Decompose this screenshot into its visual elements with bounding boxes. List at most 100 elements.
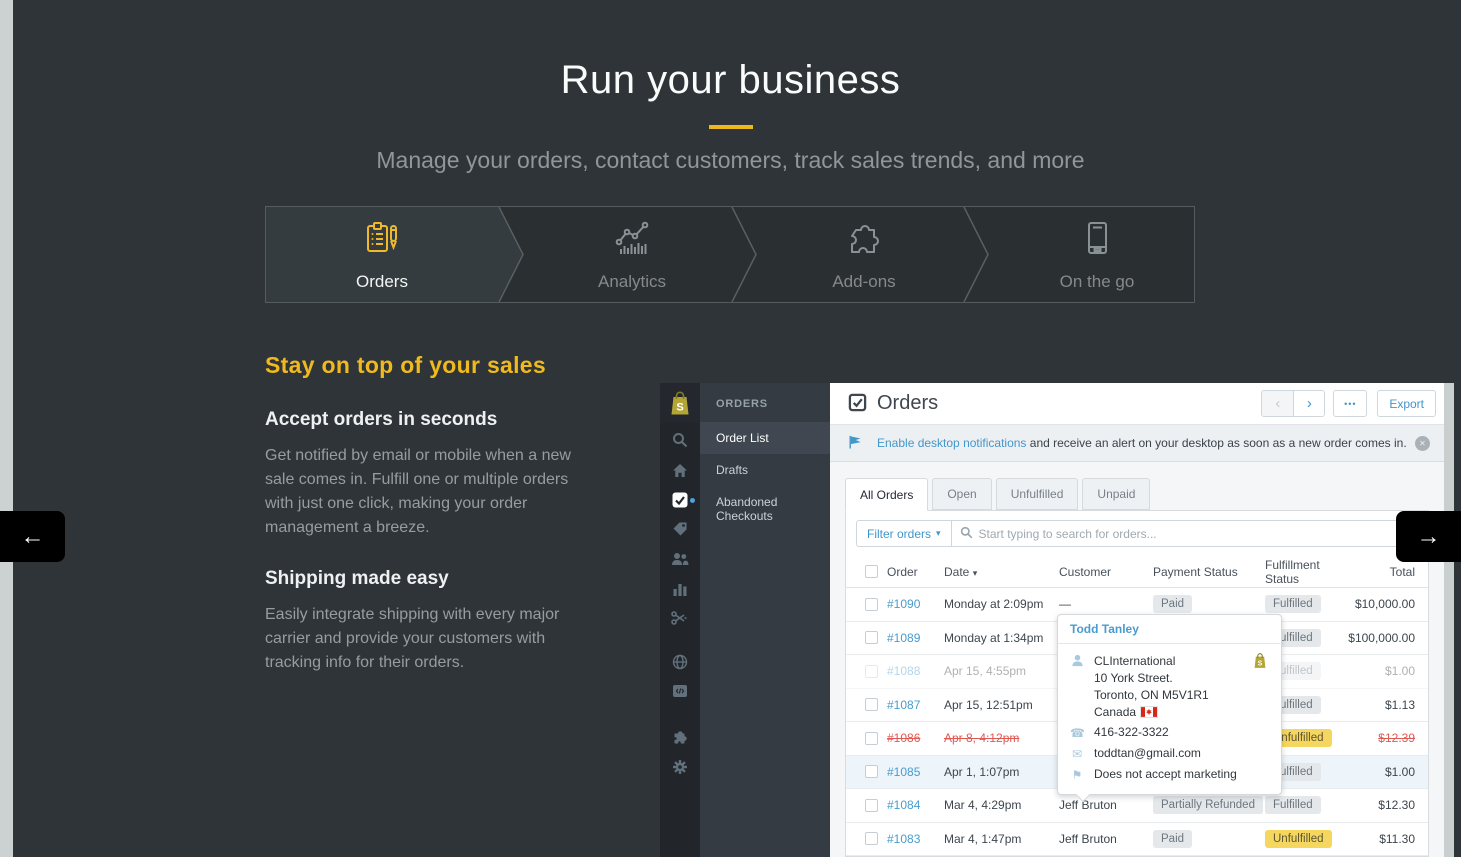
order-total: $1.00: [1323, 765, 1415, 779]
search-icon[interactable]: [660, 428, 700, 452]
orders-table-header: Order Date ▾ Customer Payment Status Ful…: [846, 556, 1428, 588]
shopify-logo[interactable]: S: [660, 383, 700, 423]
order-number-link[interactable]: #1087: [887, 698, 944, 712]
order-total: $1.00: [1323, 664, 1415, 678]
nav-item-order-list[interactable]: Order List: [700, 422, 830, 454]
tab-on-the-go-label: On the go: [1060, 272, 1135, 292]
online-store-globe-icon[interactable]: [660, 650, 700, 674]
nav-item-drafts[interactable]: Drafts: [700, 454, 830, 486]
order-customer[interactable]: Jeff Bruton: [1059, 798, 1153, 812]
order-customer[interactable]: —: [1059, 597, 1153, 611]
right-arrow-icon: →: [1417, 523, 1441, 551]
row-checkbox[interactable]: [865, 598, 878, 611]
order-number-link[interactable]: #1090: [887, 597, 944, 611]
feature-copy: Stay on top of your sales Accept orders …: [265, 352, 637, 675]
chevron-down-icon: ▾: [936, 528, 941, 539]
tab-add-ons[interactable]: Add-ons: [748, 207, 980, 302]
order-search-box: [952, 520, 1418, 547]
tab-analytics[interactable]: Analytics: [516, 207, 748, 302]
order-number-link[interactable]: #1083: [887, 832, 944, 846]
hero-divider: [709, 125, 753, 129]
column-order[interactable]: Order: [887, 565, 944, 579]
row-checkbox[interactable]: [865, 698, 878, 711]
row-checkbox[interactable]: [865, 799, 878, 812]
order-date: Mar 4, 4:29pm: [944, 798, 1059, 812]
order-number-link[interactable]: #1086: [887, 731, 944, 745]
settings-gear-icon[interactable]: [660, 755, 700, 779]
page-subtitle: Manage your orders, contact customers, t…: [0, 147, 1461, 174]
customers-icon[interactable]: [660, 547, 700, 571]
customer-address-row: CLInternational 10 York Street. Toronto,…: [1070, 653, 1269, 721]
filter-orders-button[interactable]: Filter orders ▾: [856, 520, 952, 547]
order-total: $12.39: [1323, 731, 1415, 745]
more-actions-button[interactable]: •••: [1333, 390, 1367, 417]
tab-orders-label: Orders: [356, 272, 408, 292]
export-button[interactable]: Export: [1377, 390, 1436, 417]
orders-nav-header: ORDERS: [700, 383, 830, 422]
left-arrow-icon: ←: [21, 523, 45, 551]
person-icon: [1070, 653, 1084, 721]
order-number-link[interactable]: #1085: [887, 765, 944, 779]
order-customer[interactable]: Jeff Bruton: [1059, 832, 1153, 846]
reports-chart-icon[interactable]: [660, 577, 700, 601]
column-date[interactable]: Date ▾: [944, 565, 1059, 579]
tab-unpaid[interactable]: Unpaid: [1082, 478, 1150, 510]
order-date: Monday at 2:09pm: [944, 597, 1059, 611]
email-icon: ✉: [1070, 745, 1084, 763]
tab-on-the-go[interactable]: On the go: [981, 207, 1213, 302]
section-title: Accept orders in seconds: [265, 409, 637, 431]
tab-orders[interactable]: Orders: [266, 207, 498, 302]
column-payment-status[interactable]: Payment Status: [1153, 565, 1265, 579]
products-tag-icon[interactable]: [660, 517, 700, 541]
column-total[interactable]: Total: [1323, 565, 1415, 579]
next-page-button[interactable]: ›: [1293, 391, 1324, 416]
row-checkbox[interactable]: [865, 732, 878, 745]
enable-notifications-link[interactable]: Enable desktop notifications: [877, 436, 1026, 450]
feature-tabstrip: Orders Analytics: [265, 206, 1195, 303]
home-icon[interactable]: [660, 458, 700, 482]
customer-address1: 10 York Street.: [1094, 671, 1173, 685]
customer-email: toddtan@gmail.com: [1094, 745, 1201, 763]
order-row[interactable]: #1083 Mar 4, 1:47pm Jeff Bruton Paid Unf…: [846, 823, 1428, 857]
orders-icon[interactable]: [660, 488, 700, 512]
order-date: Apr 15, 4:55pm: [944, 664, 1059, 678]
carousel-next-button[interactable]: →: [1396, 511, 1461, 562]
tab-all-orders[interactable]: All Orders: [845, 478, 928, 511]
carousel-prev-button[interactable]: ←: [0, 511, 65, 562]
page-title: Run your business: [0, 58, 1461, 103]
column-customer[interactable]: Customer: [1059, 565, 1153, 579]
analytics-chart-icon: [610, 218, 654, 263]
order-date: Apr 1, 1:07pm: [944, 765, 1059, 779]
customer-country: Canada: [1094, 705, 1136, 719]
column-fulfillment-status[interactable]: Fulfillment Status: [1265, 558, 1323, 586]
prev-page-button[interactable]: ‹: [1262, 391, 1293, 416]
customer-name-link[interactable]: Todd Tanley: [1058, 615, 1281, 644]
order-date: Monday at 1:34pm: [944, 631, 1059, 645]
search-input[interactable]: [979, 527, 1409, 541]
discounts-scissors-icon[interactable]: [660, 606, 700, 630]
order-number-link[interactable]: #1089: [887, 631, 944, 645]
order-number-link[interactable]: #1084: [887, 798, 944, 812]
select-all-checkbox[interactable]: [865, 565, 878, 578]
code-editor-icon[interactable]: [660, 679, 700, 703]
nav-item-abandoned-checkouts[interactable]: Abandoned Checkouts: [700, 486, 830, 532]
canada-flag-icon: [1140, 706, 1158, 718]
order-number-link[interactable]: #1088: [887, 664, 944, 678]
customer-phone-row: ☎ 416-322-3322: [1070, 724, 1269, 742]
apps-puzzle-icon[interactable]: [660, 725, 700, 749]
fulfillment-status-badge: Fulfilled: [1265, 796, 1323, 814]
phone-icon: [1077, 218, 1117, 263]
shopify-bag-icon: S: [1253, 652, 1267, 674]
close-icon[interactable]: ✕: [1415, 436, 1430, 451]
section-body: Get notified by email or mobile when a n…: [265, 444, 587, 540]
row-checkbox[interactable]: [865, 631, 878, 644]
tab-unfulfilled[interactable]: Unfulfilled: [996, 478, 1079, 510]
tab-open[interactable]: Open: [932, 478, 991, 510]
payment-status-badge: Paid: [1153, 830, 1265, 848]
row-checkbox[interactable]: [865, 832, 878, 845]
row-checkbox[interactable]: [865, 765, 878, 778]
admin-header: Orders ‹ › ••• Export: [830, 383, 1444, 425]
row-checkbox[interactable]: [865, 665, 878, 678]
page: Run your business Manage your orders, co…: [0, 0, 1461, 857]
section-title: Shipping made easy: [265, 568, 637, 590]
